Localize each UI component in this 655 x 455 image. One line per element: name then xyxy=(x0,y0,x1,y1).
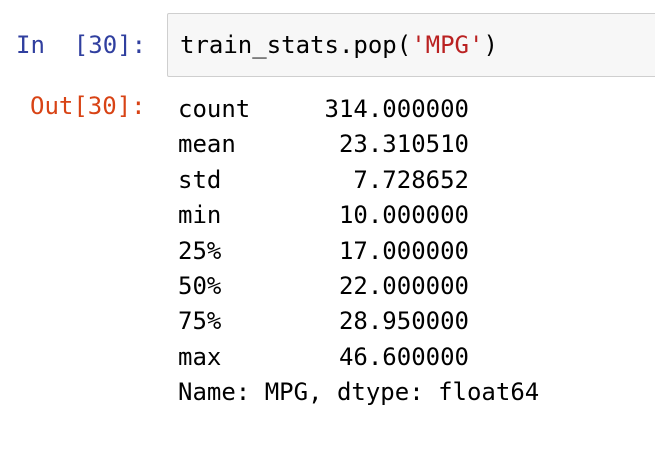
output-row: std 7.728652 xyxy=(178,166,539,201)
row-key: mean xyxy=(178,130,236,159)
row-value: 23.310510 xyxy=(338,130,469,159)
code-suffix: ) xyxy=(483,31,498,59)
output-row: 50% 22.000000 xyxy=(178,272,539,307)
row-key: min xyxy=(178,201,222,230)
row-key: max xyxy=(178,342,222,371)
row-key: 50% xyxy=(178,271,222,300)
notebook-cell: In [30]: train_stats.pop('MPG') Out[30]:… xyxy=(0,0,655,434)
row-key: 75% xyxy=(178,307,222,336)
output-prompt: Out[30]: xyxy=(30,92,146,120)
row-value: 7.728652 xyxy=(353,165,469,194)
row-value: 22.000000 xyxy=(338,271,469,300)
series-footer: Name: MPG, dtype: float64 xyxy=(178,378,540,407)
row-key: count xyxy=(178,95,251,123)
output-row: 75% 28.950000 xyxy=(178,307,539,342)
row-value: 28.950000 xyxy=(338,307,469,336)
row-value: 46.600000 xyxy=(338,342,469,371)
row-key: 25% xyxy=(178,236,222,265)
output-area: count 314.000000 mean 23.310510 std 7.72… xyxy=(178,95,539,413)
output-row: count 314.000000 xyxy=(178,95,539,130)
row-value: 314.000000 xyxy=(324,95,470,123)
input-prompt: In [30]: xyxy=(16,31,147,59)
row-key: std xyxy=(178,165,222,194)
output-row: mean 23.310510 xyxy=(178,130,539,165)
code-input-area[interactable]: train_stats.pop('MPG') xyxy=(167,13,655,77)
code-line: train_stats.pop('MPG') xyxy=(180,31,498,59)
output-row: 25% 17.000000 xyxy=(178,237,539,272)
row-value: 17.000000 xyxy=(338,236,469,265)
output-row: min 10.000000 xyxy=(178,201,539,236)
code-prefix: train_stats.pop( xyxy=(180,31,412,59)
code-string-literal: 'MPG' xyxy=(411,31,484,59)
row-value: 10.000000 xyxy=(338,201,469,230)
output-row: max 46.600000 xyxy=(178,343,539,378)
